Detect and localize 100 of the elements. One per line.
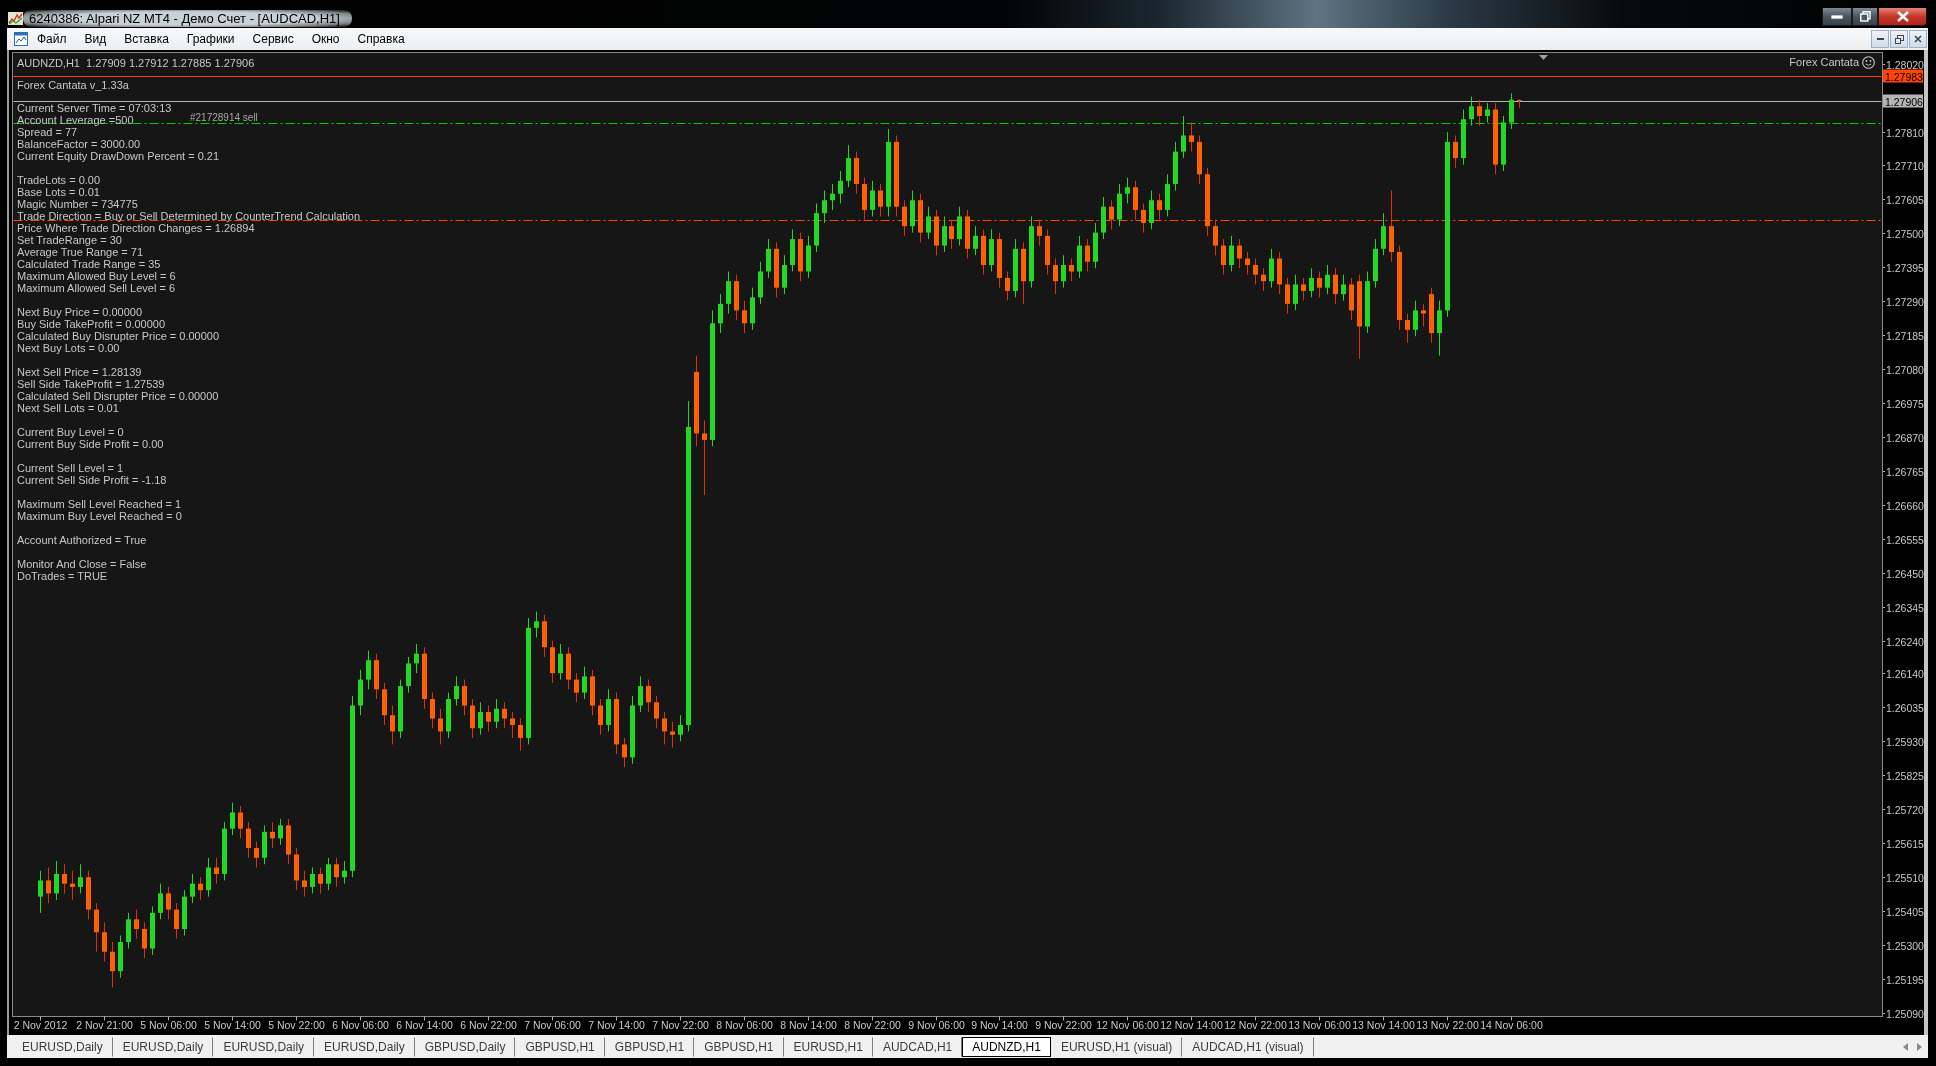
chart-tab[interactable]: EURUSD,Daily: [12, 1036, 113, 1057]
caret-right-icon[interactable]: [1917, 1042, 1922, 1051]
window-title: 6240386: Alpari NZ MT4 - Демо Счет - [AUDCAD,H1]: [23, 9, 352, 27]
chart-tab[interactable]: EURUSD,Daily: [112, 1036, 214, 1057]
candlestick: [1333, 267, 1338, 305]
candlestick: [622, 737, 627, 768]
candlestick: [1077, 235, 1082, 279]
candlestick: [606, 688, 611, 732]
candlestick: [502, 701, 507, 729]
candlestick: [838, 170, 843, 204]
candlestick: [198, 876, 203, 901]
price-axis-label: 1.25405: [1886, 905, 1924, 918]
chart-tab[interactable]: AUDCAD,H1 (visual): [1182, 1036, 1314, 1057]
chart-tab[interactable]: EURUSD,H1: [783, 1036, 873, 1057]
candlestick: [334, 857, 339, 888]
candlestick: [790, 228, 795, 272]
candlestick: [630, 695, 635, 765]
candlestick: [86, 870, 91, 920]
chart-tab[interactable]: AUDNZD,H1: [962, 1036, 1051, 1057]
menu-item[interactable]: Вид: [75, 29, 116, 49]
caret-left-icon[interactable]: [1903, 1042, 1908, 1051]
candlestick: [1117, 183, 1122, 227]
chart-tab[interactable]: GBPUSD,Daily: [414, 1036, 516, 1057]
menu-item[interactable]: Вставка: [115, 29, 178, 49]
time-axis-label: 2 Nov 21:00: [76, 1019, 133, 1031]
candlestick: [358, 669, 363, 716]
restore-button[interactable]: [1890, 30, 1908, 48]
candlestick: [1125, 177, 1130, 204]
candlestick: [1101, 196, 1106, 240]
candlestick: [878, 183, 883, 217]
candlestick: [1053, 258, 1058, 295]
chart-app-icon: [8, 11, 23, 25]
candlestick: [989, 228, 994, 272]
info-line: Next Buy Lots = 0.00: [17, 342, 120, 354]
restore-button[interactable]: [1852, 8, 1878, 26]
candlestick: [574, 672, 579, 703]
candlestick: [678, 714, 683, 742]
close-button[interactable]: [1878, 8, 1927, 26]
candlestick: [438, 708, 443, 745]
candlestick: [1093, 222, 1098, 269]
info-line: DoTrades = TRUE: [17, 570, 108, 582]
candlestick: [1133, 180, 1138, 221]
info-line: Spread = 77: [17, 126, 78, 138]
info-line: Account Authorized = True: [17, 534, 147, 546]
info-line: Base Lots = 0.01: [17, 186, 100, 198]
triangle-marker-icon[interactable]: [1538, 55, 1548, 60]
menu-item[interactable]: Справка: [348, 29, 414, 49]
chart-tab[interactable]: EURUSD,Daily: [314, 1036, 415, 1057]
candlestick: [214, 857, 219, 885]
price-axis-label: 1.25615: [1886, 837, 1924, 850]
info-line: Calculated Buy Disrupter Price = 0.00000: [17, 330, 220, 342]
menu-item[interactable]: Графики: [177, 29, 244, 49]
price-tag: 1.27983: [1883, 69, 1923, 83]
time-axis-label: 8 Nov 14:00: [780, 1019, 837, 1031]
chart-tab[interactable]: GBPUSD,H1: [515, 1036, 605, 1057]
candlestick: [766, 238, 771, 279]
chart-tab[interactable]: GBPUSD,H1: [604, 1036, 695, 1057]
candlestick: [1245, 251, 1250, 276]
candlestick: [110, 941, 115, 988]
time-axis-label: 6 Nov 14:00: [396, 1019, 453, 1031]
candlestick: [398, 679, 403, 739]
info-line: Current Sell Level = 1: [17, 462, 124, 474]
candlestick: [1509, 92, 1514, 130]
candlestick: [614, 692, 619, 755]
candlestick: [957, 206, 962, 247]
candlestick: [390, 705, 395, 745]
candlestick: [406, 656, 411, 694]
candlestick: [54, 860, 59, 901]
info-line: Set TradeRange = 30: [17, 234, 122, 246]
minimize-button[interactable]: [1871, 30, 1889, 48]
candlestick: [1181, 115, 1186, 159]
menu-item[interactable]: Окно: [302, 29, 349, 49]
candlestick: [1277, 251, 1282, 295]
candlestick: [366, 649, 371, 690]
chart-tab[interactable]: EURUSD,Daily: [213, 1036, 315, 1057]
candlestick: [1085, 238, 1090, 272]
candlestick: [1021, 241, 1026, 305]
time-axis-label: 12 Nov 14:00: [1160, 1019, 1223, 1031]
candlestick: [830, 183, 835, 211]
price-axis-label: 1.26555: [1886, 533, 1924, 546]
price-axis-label: 1.25090: [1886, 1007, 1924, 1020]
time-axis-label: 13 Nov 06:00: [1288, 1019, 1351, 1031]
candlestick: [174, 902, 179, 940]
close-button[interactable]: [1909, 30, 1927, 48]
price-axis-label: 1.28020: [1886, 58, 1924, 71]
chart-window-icon[interactable]: [14, 32, 28, 46]
price-axis-label: 1.27605: [1886, 193, 1924, 206]
menu-item[interactable]: Сервис: [243, 29, 303, 49]
candlestick: [1005, 270, 1010, 302]
candlestick: [798, 232, 803, 282]
chart-tab[interactable]: EURUSD,H1 (visual): [1050, 1036, 1183, 1057]
close-icon: [1914, 35, 1922, 43]
candlestick: [1197, 134, 1202, 185]
candlestick: [62, 863, 67, 894]
candlestick: [550, 640, 555, 684]
time-axis-label: 7 Nov 06:00: [524, 1019, 581, 1031]
menu-item[interactable]: Файл: [28, 29, 76, 49]
time-axis-label: 9 Nov 06:00: [908, 1019, 965, 1031]
chart-tab[interactable]: GBPUSD,H1: [694, 1036, 784, 1057]
minimize-button[interactable]: [1822, 8, 1852, 26]
